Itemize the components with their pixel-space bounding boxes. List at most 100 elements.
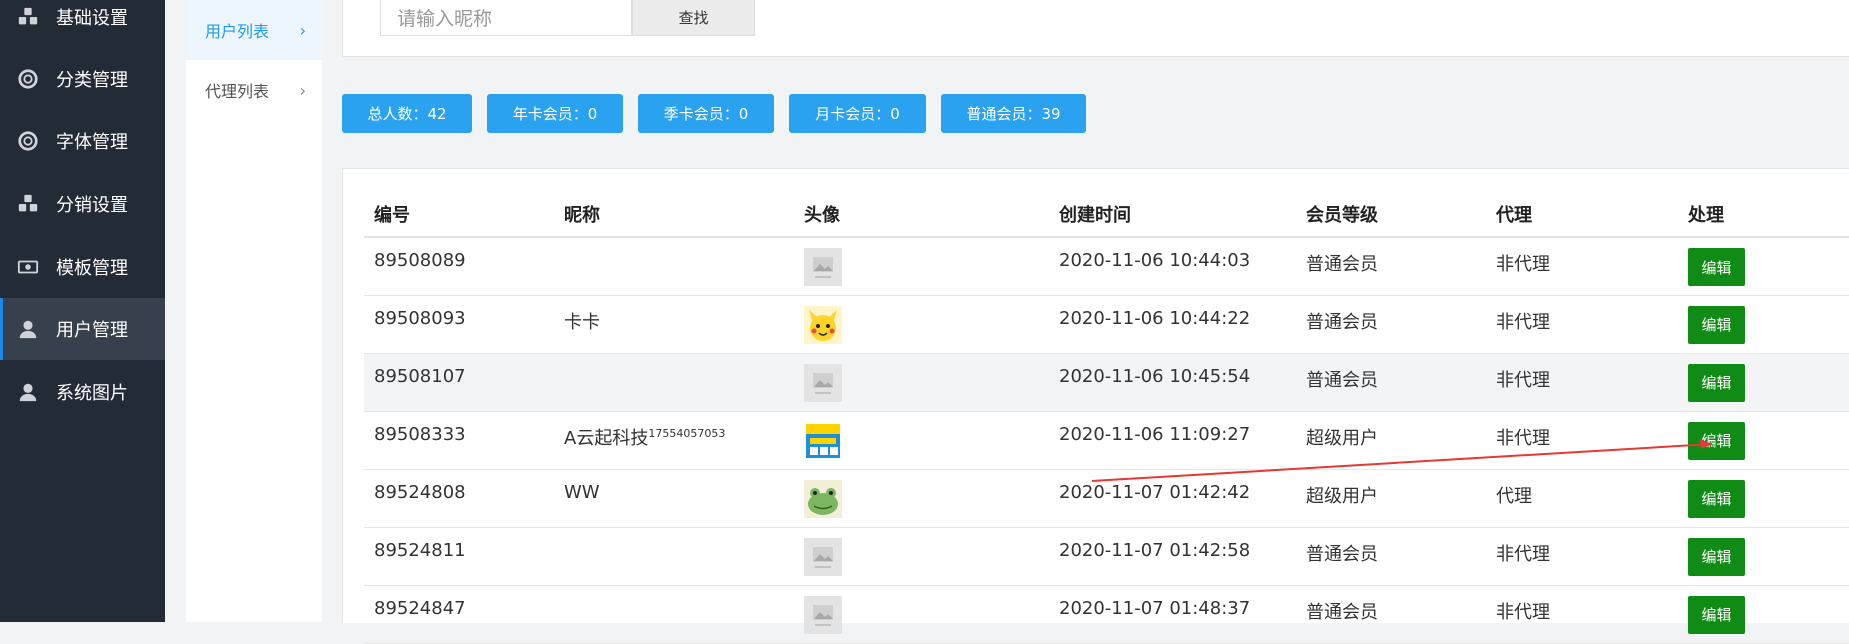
column-header-avatar: 头像	[794, 191, 1049, 238]
chevron-right-icon: ›	[299, 20, 306, 40]
submenu-item-label: 用户列表	[205, 22, 270, 41]
user-table: 编号 昵称 头像 创建时间 会员等级 代理 处理 89508089 2020-1…	[364, 191, 1849, 644]
edit-button[interactable]: 编辑	[1688, 421, 1745, 460]
cell-level: 普通会员	[1296, 237, 1486, 296]
search-button[interactable]: 查找	[632, 0, 755, 36]
sidebar-item-label: 系统图片	[56, 383, 128, 404]
cell-agent: 非代理	[1486, 353, 1678, 412]
sidebar-item-category[interactable]: 分类管理	[0, 48, 165, 110]
cell-level: 普通会员	[1296, 585, 1486, 644]
stat-monthly: 月卡会员：0	[789, 94, 926, 133]
search-placeholder: 请输入昵称	[397, 8, 493, 30]
sidebar-item-system-images[interactable]: 系统图片	[0, 361, 165, 423]
cell-avatar	[794, 527, 1049, 586]
money-icon	[16, 255, 40, 279]
edit-button[interactable]: 编辑	[1688, 537, 1745, 576]
chevron-right-icon: ›	[299, 80, 306, 100]
lifebuoy-icon	[16, 67, 40, 91]
column-header-agent: 代理	[1486, 191, 1678, 238]
cell-agent: 非代理	[1486, 237, 1678, 296]
column-header-created: 创建时间	[1049, 191, 1296, 238]
submenu-item-agent-list[interactable]: 代理列表 ›	[186, 60, 322, 120]
sidebar-item-label: 模板管理	[56, 258, 128, 279]
cell-avatar	[794, 469, 1049, 528]
cell-level: 普通会员	[1296, 353, 1486, 412]
cell-created: 2020-11-06 11:09:27	[1049, 411, 1296, 470]
avatar-placeholder-icon	[804, 363, 842, 402]
cell-nickname: 卡卡	[554, 295, 794, 354]
cell-action: 编辑	[1678, 353, 1849, 412]
sidebar-item-label: 字体管理	[56, 132, 128, 153]
stat-total: 总人数：42	[342, 94, 472, 133]
cell-id: 89508333	[364, 411, 554, 470]
column-header-action: 处理	[1678, 191, 1849, 238]
cell-id: 89508089	[364, 237, 554, 296]
cubes-icon	[16, 192, 40, 216]
sidebar-item-label: 基础设置	[56, 8, 128, 29]
cell-agent: 代理	[1486, 469, 1678, 528]
cell-avatar	[794, 353, 1049, 412]
cell-level: 普通会员	[1296, 527, 1486, 586]
table-row: 89508093 卡卡 2020-11-06 10:44:22 普通会员 非代理…	[364, 295, 1849, 354]
cell-created: 2020-11-07 01:42:58	[1049, 527, 1296, 586]
column-header-nickname: 昵称	[554, 191, 794, 238]
cell-nickname: WW	[554, 469, 794, 528]
cell-agent: 非代理	[1486, 585, 1678, 644]
table-row: 89508089 2020-11-06 10:44:03 普通会员 非代理 编辑	[364, 237, 1849, 296]
avatar-placeholder-icon	[804, 248, 842, 286]
cell-id: 89524808	[364, 469, 554, 528]
table-header-row: 编号 昵称 头像 创建时间 会员等级 代理 处理	[364, 191, 1849, 238]
sidebar-item-label: 分销设置	[56, 195, 128, 216]
sidebar-item-user-management[interactable]: 用户管理	[0, 298, 165, 360]
cell-action: 编辑	[1678, 411, 1849, 470]
cell-id: 89524811	[364, 527, 554, 586]
sidebar-item-basic-settings[interactable]: 基础设置	[0, 0, 165, 48]
table-row: 89508107 2020-11-06 10:45:54 普通会员 非代理 编辑	[364, 353, 1849, 412]
nickname-search-input[interactable]: 请输入昵称	[380, 0, 632, 36]
cubes-icon	[16, 5, 40, 29]
sidebar-item-label: 用户管理	[56, 320, 128, 341]
cell-id: 89508107	[364, 353, 554, 412]
sidebar-item-template[interactable]: 模板管理	[0, 236, 165, 298]
cell-avatar	[794, 237, 1049, 296]
edit-button[interactable]: 编辑	[1688, 479, 1745, 518]
submenu-item-label: 代理列表	[205, 82, 270, 101]
edit-button[interactable]: 编辑	[1688, 595, 1745, 634]
sidebar-item-distribution[interactable]: 分销设置	[0, 173, 165, 235]
table-row: 89524811 2020-11-07 01:42:58 普通会员 非代理 编辑	[364, 527, 1849, 586]
stat-regular: 普通会员：39	[941, 94, 1086, 133]
table-row: 89508333 A云起科技17554057053 2020-11-06 11:…	[364, 411, 1849, 470]
user-icon	[16, 317, 40, 341]
cell-action: 编辑	[1678, 585, 1849, 644]
nickname-suffix: 17554057053	[648, 426, 726, 440]
cell-action: 编辑	[1678, 237, 1849, 296]
avatar-frog-image	[804, 479, 842, 518]
cell-id: 89508093	[364, 295, 554, 354]
cell-agent: 非代理	[1486, 411, 1678, 470]
cell-nickname	[554, 237, 794, 296]
cell-action: 编辑	[1678, 527, 1849, 586]
lifebuoy-icon	[16, 129, 40, 153]
avatar-book-image	[804, 421, 842, 460]
main-sidebar: 基础设置 分类管理 字体管理 分销设置 模板管理 用户管理 系统图片	[0, 0, 165, 622]
edit-button[interactable]: 编辑	[1688, 363, 1745, 402]
cell-action: 编辑	[1678, 295, 1849, 354]
table-row: 89524847 2020-11-07 01:48:37 普通会员 非代理 编辑	[364, 585, 1849, 644]
cell-agent: 非代理	[1486, 527, 1678, 586]
submenu-item-user-list[interactable]: 用户列表 ›	[186, 0, 322, 60]
cell-nickname	[554, 527, 794, 586]
submenu: 用户列表 › 代理列表 ›	[186, 0, 322, 622]
cell-level: 普通会员	[1296, 295, 1486, 354]
edit-button[interactable]: 编辑	[1688, 305, 1745, 344]
edit-button[interactable]: 编辑	[1688, 248, 1745, 286]
cell-avatar	[794, 411, 1049, 470]
cell-created: 2020-11-07 01:42:42	[1049, 469, 1296, 528]
cell-avatar	[794, 295, 1049, 354]
avatar-placeholder-icon	[804, 595, 842, 634]
avatar-placeholder-icon	[804, 537, 842, 576]
cell-action: 编辑	[1678, 469, 1849, 528]
sidebar-item-font[interactable]: 字体管理	[0, 110, 165, 172]
cell-agent: 非代理	[1486, 295, 1678, 354]
cell-created: 2020-11-06 10:44:03	[1049, 237, 1296, 296]
sidebar-item-label: 分类管理	[56, 70, 128, 91]
